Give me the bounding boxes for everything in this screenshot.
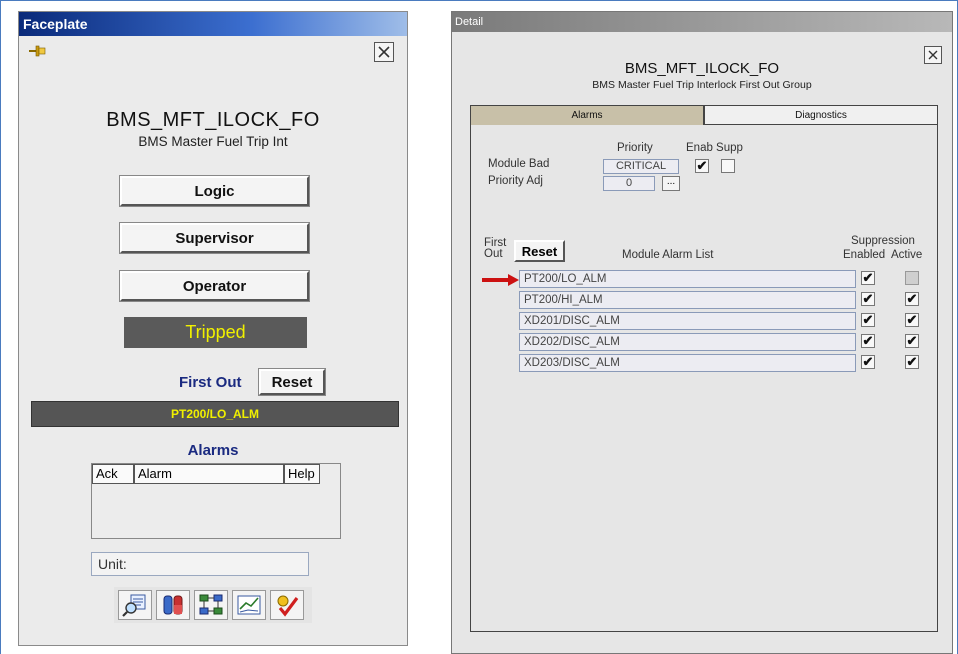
detail-diagram-button[interactable] — [194, 590, 228, 620]
suppression-active-header: Active — [891, 249, 923, 261]
first-out-label-line2: Out — [484, 248, 503, 260]
faceplate-view-button[interactable] — [156, 590, 190, 620]
detail-titlebar[interactable]: Detail — [452, 12, 952, 32]
trend-chart-button[interactable] — [232, 590, 266, 620]
acknowledge-button[interactable] — [270, 590, 304, 620]
checkmark-icon: ✔ — [906, 291, 918, 306]
detail-tabs: Alarms Diagnostics — [470, 105, 938, 125]
alarm-enabled-checkbox[interactable]: ✔ — [861, 334, 875, 348]
checkmark-icon: ✔ — [906, 333, 918, 348]
priority-adj-browse-button[interactable]: ... — [662, 176, 680, 191]
tab-alarms[interactable]: Alarms — [470, 105, 704, 125]
priority-adj-field[interactable]: 0 — [603, 176, 655, 191]
detail-diagram-icon — [199, 594, 223, 615]
first-out-value: PT200/LO_ALM — [31, 401, 399, 427]
module-alarm-row[interactable]: PT200/HI_ALM — [519, 291, 856, 309]
alarm-active-checkbox[interactable]: ✔ — [905, 334, 919, 348]
detail-tag: BMS_MFT_ILOCK_FO — [624, 60, 780, 77]
trend-search-icon — [122, 594, 146, 617]
faceplate-window: Faceplate BMS_MFT_ILOCK_FO BMS Master Fu… — [18, 11, 408, 646]
first-out-label: First Out — [179, 374, 242, 391]
faceplate-description: BMS Master Fuel Trip Int — [138, 134, 288, 149]
priority-adj-label: Priority Adj — [488, 175, 543, 187]
faceplate-titlebar[interactable]: Faceplate — [19, 12, 407, 36]
alarm-list[interactable]: Ack Alarm Help — [91, 463, 341, 539]
module-alarm-row[interactable]: XD202/DISC_ALM — [519, 333, 856, 351]
priority-header: Priority — [617, 142, 653, 154]
alarm-active-checkbox[interactable]: ✔ — [905, 292, 919, 306]
first-out-arrow-icon — [482, 274, 519, 286]
faceplate-icon — [163, 595, 183, 615]
alarm-enabled-checkbox[interactable]: ✔ — [861, 355, 875, 369]
alarm-active-checkbox[interactable]: ✔ — [905, 313, 919, 327]
operator-button[interactable]: Operator — [119, 270, 310, 302]
checkmark-icon: ✔ — [862, 333, 874, 348]
module-bad-suppress-checkbox[interactable] — [721, 159, 735, 173]
enab-supp-header: Enab Supp — [686, 142, 743, 154]
checkmark-icon — [277, 595, 299, 617]
detail-first-out-reset-button[interactable]: Reset — [514, 240, 565, 262]
trend-search-button[interactable] — [118, 590, 152, 620]
alarm-column-ack[interactable]: Ack — [92, 464, 134, 484]
alarm-enabled-checkbox[interactable]: ✔ — [861, 313, 875, 327]
module-bad-priority-field[interactable]: CRITICAL — [603, 159, 679, 174]
module-alarm-list-label: Module Alarm List — [622, 249, 714, 261]
tab-diagnostics[interactable]: Diagnostics — [704, 105, 938, 125]
checkmark-icon: ✔ — [862, 291, 874, 306]
alarm-enabled-checkbox[interactable]: ✔ — [861, 292, 875, 306]
alarm-active-checkbox — [905, 271, 919, 285]
logic-button[interactable]: Logic — [119, 175, 310, 207]
unit-field: Unit: — [91, 552, 309, 576]
trend-chart-icon — [237, 595, 261, 615]
suppression-enabled-header: Enabled — [843, 249, 886, 261]
first-out-column-label: First Out — [484, 237, 506, 260]
module-bad-label: Module Bad — [488, 158, 550, 170]
close-icon — [378, 46, 390, 58]
alarm-column-help[interactable]: Help — [284, 464, 320, 484]
checkmark-icon: ✔ — [862, 354, 874, 369]
faceplate-tag: BMS_MFT_ILOCK_FO — [106, 109, 320, 131]
trip-status-indicator: Tripped — [124, 317, 307, 348]
checkmark-icon: ✔ — [862, 270, 874, 285]
alarm-column-alarm[interactable]: Alarm — [134, 464, 284, 484]
detail-description: BMS Master Fuel Trip Interlock First Out… — [592, 79, 812, 91]
checkmark-icon: ✔ — [906, 354, 918, 369]
faceplate-close-button[interactable] — [374, 42, 394, 62]
module-alarm-row[interactable]: XD201/DISC_ALM — [519, 312, 856, 330]
pin-icon[interactable] — [29, 44, 47, 58]
module-alarm-row[interactable]: PT200/LO_ALM — [519, 270, 856, 288]
first-out-reset-button[interactable]: Reset — [258, 368, 326, 396]
module-alarm-row[interactable]: XD203/DISC_ALM — [519, 354, 856, 372]
alarms-label: Alarms — [187, 442, 239, 459]
module-bad-enabled-checkbox[interactable]: ✔ — [695, 159, 709, 173]
suppression-header: Suppression — [851, 235, 915, 247]
alarms-tab-panel — [470, 125, 938, 632]
alarm-list-header: Ack Alarm Help — [92, 464, 320, 484]
alarm-active-checkbox[interactable]: ✔ — [905, 355, 919, 369]
checkmark-icon: ✔ — [862, 312, 874, 327]
checkmark-icon: ✔ — [696, 158, 708, 173]
faceplate-toolbar — [114, 587, 312, 623]
checkmark-icon: ✔ — [906, 312, 918, 327]
supervisor-button[interactable]: Supervisor — [119, 222, 310, 254]
alarm-enabled-checkbox[interactable]: ✔ — [861, 271, 875, 285]
